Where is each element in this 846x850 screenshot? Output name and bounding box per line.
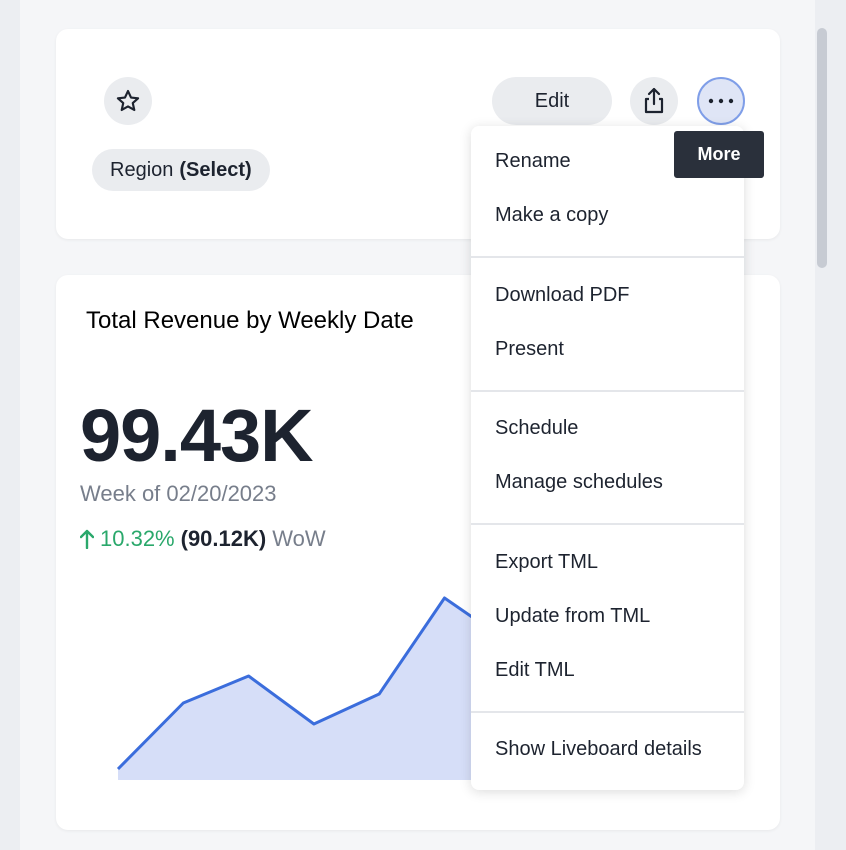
filter-value: (Select) (179, 158, 252, 181)
menu-item-edit-tml[interactable]: Edit TML (495, 659, 575, 682)
more-button[interactable] (697, 77, 745, 125)
menu-divider (471, 711, 744, 713)
menu-item-update-from-tml[interactable]: Update from TML (495, 605, 650, 628)
more-tooltip: More (674, 131, 764, 178)
menu-item-liveboard-details[interactable]: Show Liveboard details (495, 738, 702, 761)
menu-item-export-tml[interactable]: Export TML (495, 551, 598, 574)
menu-item-download-pdf[interactable]: Download PDF (495, 284, 630, 307)
scrollbar-thumb[interactable] (817, 28, 827, 268)
menu-divider (471, 256, 744, 258)
filter-name: Region (110, 158, 174, 181)
sparkline-area (118, 598, 510, 780)
menu-divider (471, 523, 744, 525)
menu-item-present[interactable]: Present (495, 338, 564, 361)
share-button[interactable] (630, 77, 678, 125)
edit-button[interactable]: Edit (492, 77, 612, 125)
menu-item-manage-schedules[interactable]: Manage schedules (495, 471, 663, 494)
favorite-button[interactable] (104, 77, 152, 125)
more-icon (708, 98, 734, 104)
share-icon (644, 87, 664, 114)
menu-item-rename[interactable]: Rename (495, 150, 571, 173)
menu-item-make-copy[interactable]: Make a copy (495, 204, 608, 227)
menu-item-schedule[interactable]: Schedule (495, 417, 578, 440)
star-icon (116, 89, 140, 112)
more-menu: Rename Make a copy Download PDF Present … (471, 126, 744, 790)
menu-divider (471, 390, 744, 392)
region-filter-chip[interactable]: Region (Select) (92, 149, 270, 191)
